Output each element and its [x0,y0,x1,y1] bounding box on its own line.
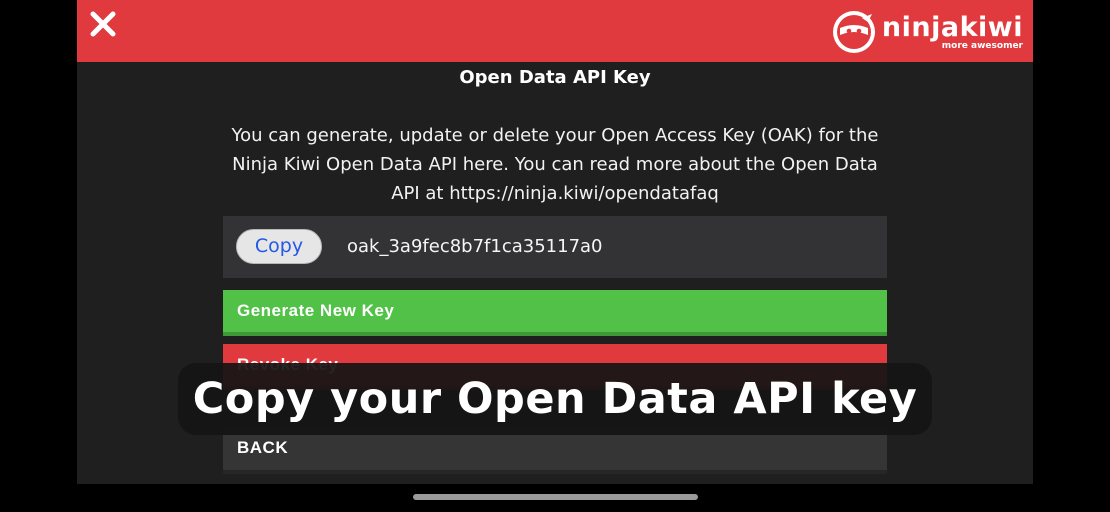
caption-overlay: Copy your Open Data API key [178,363,932,435]
description-text: You can generate, update or delete your … [231,125,879,204]
api-key-row: Copy oak_3a9fec8b7f1ca35117a0 [223,216,887,278]
api-key-value: oak_3a9fec8b7f1ca35117a0 [347,236,603,257]
close-icon [90,11,116,37]
close-button[interactable] [87,8,119,40]
logo-text: ninjakiwi more awesomer [881,11,1023,51]
logo-tagline: more awesomer [941,40,1023,51]
header-bar: ninjakiwi more awesomer [77,0,1033,62]
home-indicator[interactable] [413,494,698,500]
generate-new-key-button[interactable]: Generate New Key [223,290,887,336]
page-title: Open Data API Key [459,67,651,88]
copy-button[interactable]: Copy [236,229,322,264]
ninja-head-icon [832,11,875,53]
ninjakiwi-logo: ninjakiwi more awesomer [832,9,1023,55]
logo-word: ninjakiwi [881,11,1023,43]
